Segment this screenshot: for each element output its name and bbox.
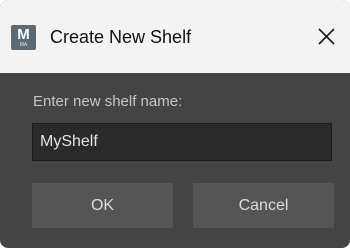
create-shelf-dialog: M MA Create New Shelf Enter new shelf na…: [0, 0, 350, 248]
app-icon-glyph: M: [17, 26, 30, 43]
cancel-button[interactable]: Cancel: [193, 183, 334, 228]
close-icon: [318, 28, 335, 45]
title-bar: M MA Create New Shelf: [0, 0, 350, 73]
close-button[interactable]: [306, 17, 346, 55]
app-icon-subtext: MA: [19, 42, 28, 48]
shelf-name-input[interactable]: [32, 123, 332, 161]
maya-app-icon: M MA: [11, 25, 36, 50]
shelf-name-label: Enter new shelf name:: [33, 93, 183, 110]
window-title: Create New Shelf: [50, 27, 192, 47]
ok-button[interactable]: OK: [32, 183, 173, 228]
